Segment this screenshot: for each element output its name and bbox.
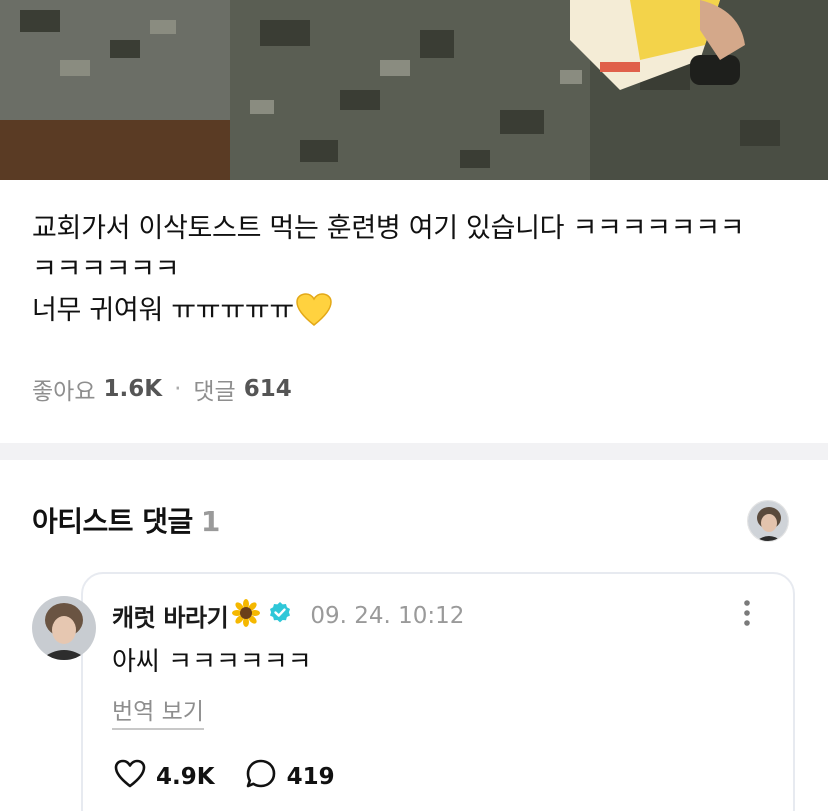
like-heart-icon[interactable] xyxy=(114,759,146,795)
comment-like-count: 4.9K xyxy=(156,764,215,790)
likes-count[interactable]: 1.6K xyxy=(103,376,162,402)
artist-comments-count: 1 xyxy=(200,505,220,538)
avatar-image xyxy=(748,501,788,541)
comment-author-name[interactable]: 캐럿 바라기 xyxy=(112,598,229,633)
comment-author-avatar[interactable] xyxy=(32,596,96,660)
camouflage-photo xyxy=(0,0,828,180)
artist-comments-label: 아티스트 댓글 xyxy=(32,505,193,538)
post-stats: 좋아요 1.6K · 댓글 614 xyxy=(32,372,292,406)
yellow-heart-icon xyxy=(296,293,332,339)
post-caption: 교회가서 이삭토스트 먹는 훈련병 여기 있습니다 ㅋㅋㅋㅋㅋㅋㅋ ㅋㅋㅋㅋㅋㅋ… xyxy=(32,208,802,339)
sunflower-icon xyxy=(232,598,261,633)
artist-avatar-small[interactable] xyxy=(747,500,789,542)
comments-count[interactable]: 614 xyxy=(244,376,292,402)
verified-badge-icon xyxy=(268,601,292,631)
comment-text: 아씨 ㅋㅋㅋㅋㅋㅋ xyxy=(112,647,312,677)
comment-actions: 4.9K 419 xyxy=(114,758,335,796)
comment-timestamp: 09. 24. 10:12 xyxy=(310,602,465,629)
separator-dot: · xyxy=(174,376,182,402)
translate-link[interactable]: 번역 보기 xyxy=(112,692,204,730)
artist-comments-title: 아티스트 댓글 1 xyxy=(32,500,220,540)
section-divider xyxy=(0,443,828,460)
reply-bubble-icon[interactable] xyxy=(245,758,277,796)
avatar-image xyxy=(32,596,96,660)
comment-header: 캐럿 바라기 09. 24. 10:12 xyxy=(112,598,464,633)
post-photo[interactable] xyxy=(0,0,828,180)
caption-text: 교회가서 이삭토스트 먹는 훈련병 여기 있습니다 ㅋㅋㅋㅋㅋㅋㅋ ㅋㅋㅋㅋㅋㅋ… xyxy=(32,213,745,326)
likes-label: 좋아요 xyxy=(32,379,96,405)
more-options-icon[interactable] xyxy=(735,598,759,628)
comment-reply-count: 419 xyxy=(286,764,335,790)
comments-label: 댓글 xyxy=(193,379,236,405)
